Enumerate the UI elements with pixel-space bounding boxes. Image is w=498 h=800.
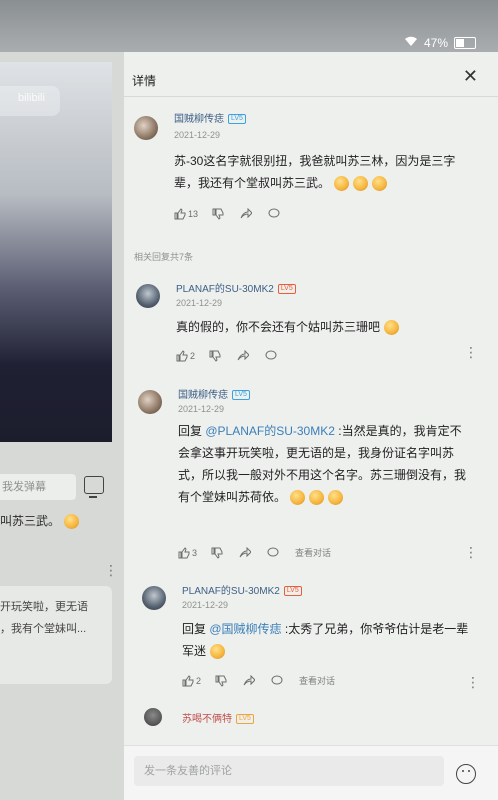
comment-date: 2021-12-29 [182, 600, 229, 610]
comment-actions: 13 [174, 208, 296, 220]
comment-body: 苏-30这名字就很别扭，我爸就叫苏三林，因为是三字辈，我还有个堂叔叫苏三武。 [174, 154, 456, 190]
comment-text: 回复 @国贼柳传痣 :太秀了兄弟，你爷爷估计是老一辈军迷 [182, 618, 472, 662]
username[interactable]: PLANAF的SU-30MK2 LV5 [176, 280, 296, 295]
video-pane: bilibili 我发弹幕 叫苏三武。 ⋮ 开玩笑啦，更无语 ，我有个堂妹叫..… [0, 52, 124, 800]
left-snippet-text: 叫苏三武。 [0, 514, 61, 528]
danmu-settings-icon[interactable] [84, 476, 104, 498]
like-count: 2 [190, 351, 196, 361]
dislike-icon[interactable] [212, 208, 226, 220]
reply-prefix: 回复 [182, 622, 210, 636]
left-reply-card[interactable]: 开玩笑啦，更无语 ，我有个堂妹叫... [0, 586, 112, 684]
like-count: 3 [192, 547, 198, 558]
reply-input[interactable]: 发一条友善的评论 [134, 756, 444, 786]
share-icon[interactable] [240, 208, 254, 220]
left-snippet-line: 开玩笑啦，更无语 [0, 601, 88, 613]
share-icon[interactable] [243, 674, 257, 687]
emoji-icon [210, 644, 226, 660]
battery-percent: 47% [423, 36, 448, 50]
emoji-icon [372, 176, 388, 192]
username-text: PLANAF的SU-30MK2 [182, 586, 280, 597]
wifi-icon [404, 36, 418, 50]
emoji-icon [290, 490, 306, 506]
more-icon[interactable]: ⋮ [464, 344, 478, 361]
reply-icon[interactable] [267, 547, 281, 559]
emoji-icon [334, 176, 350, 192]
level-badge: LV5 [228, 114, 246, 125]
mention-link[interactable]: @PLANAF的SU-30MK2 [205, 424, 335, 438]
username-text: 国贼柳传痣 [178, 390, 228, 401]
comment-date: 2021-12-29 [174, 130, 221, 140]
avatar[interactable] [142, 586, 166, 610]
avatar[interactable] [144, 708, 162, 726]
dislike-icon[interactable] [211, 547, 225, 559]
username-text: 国贼柳传痣 [174, 114, 224, 125]
avatar[interactable] [134, 116, 158, 140]
level-badge: LV5 [277, 284, 296, 295]
username[interactable]: 国贼柳传痣 LV5 [174, 110, 246, 125]
battery-icon [454, 37, 476, 49]
more-icon[interactable]: ⋮ [466, 674, 480, 691]
reply-icon[interactable] [268, 208, 282, 220]
view-conversation-link[interactable]: 查看对话 [299, 674, 335, 687]
status-bar: 47% [0, 0, 498, 52]
comment-text: 真的假的，你不会还有个姑叫苏三珊吧 [176, 316, 476, 338]
username-text: 苏喝不俩特 [182, 714, 232, 725]
like-button[interactable]: 13 [174, 208, 198, 220]
username-text: PLANAF的SU-30MK2 [176, 284, 274, 295]
emoji-icon [64, 514, 80, 530]
comment-text: 苏-30这名字就很别扭，我爸就叫苏三林，因为是三字辈，我还有个堂叔叫苏三武。 [174, 150, 474, 194]
emoji-picker-icon[interactable] [456, 764, 476, 784]
reply-icon[interactable] [265, 350, 279, 362]
share-icon[interactable] [237, 350, 251, 362]
comment-date: 2021-12-29 [176, 298, 223, 308]
danmu-input[interactable]: 我发弹幕 [0, 474, 76, 500]
comment-text: 回复 @PLANAF的SU-30MK2 :当然是真的，我肯定不会拿这事开玩笑啦，… [178, 420, 470, 508]
username[interactable]: 苏喝不俩特 LV5 [182, 710, 254, 725]
like-count: 2 [196, 675, 202, 686]
panel-title: 详情 [132, 74, 157, 88]
comment-actions: 2 查看对话 [182, 674, 482, 687]
like-button[interactable]: 3 [178, 546, 198, 559]
dislike-icon[interactable] [215, 675, 229, 687]
video-player[interactable]: bilibili [0, 62, 112, 442]
left-snippet-line: ，我有个堂妹叫... [0, 623, 87, 635]
level-badge: LV5 [232, 390, 250, 401]
view-conversation-link[interactable]: 查看对话 [295, 546, 331, 559]
left-comment-snippet: 叫苏三武。 [0, 512, 80, 530]
comment-detail-panel: 详情 ✕ 国贼柳传痣 LV5 2021-12-29 苏-30这名字就很别扭，我爸就… [124, 52, 498, 800]
emoji-icon [328, 490, 344, 506]
status-right: 47% [404, 36, 476, 50]
reply-bar: 发一条友善的评论 [124, 745, 498, 800]
comment-actions: 2 [176, 350, 476, 362]
bilibili-watermark: bilibili [18, 92, 45, 104]
share-icon[interactable] [239, 546, 253, 559]
level-badge: LV5 [236, 714, 254, 725]
emoji-icon [384, 320, 400, 336]
avatar[interactable] [136, 284, 160, 308]
comment-date: 2021-12-29 [178, 404, 225, 414]
dislike-icon[interactable] [209, 350, 223, 362]
mention-link[interactable]: @国贼柳传痣 [209, 622, 281, 636]
related-reply-count: 相关回复共7条 [134, 252, 194, 262]
emoji-icon [353, 176, 369, 192]
panel-header: 详情 ✕ [124, 52, 498, 97]
like-button[interactable]: 2 [176, 350, 195, 362]
emoji-icon [309, 490, 325, 506]
comment-actions: 3 查看对话 [178, 546, 478, 559]
close-icon[interactable]: ✕ [463, 66, 478, 87]
more-icon[interactable]: ⋮ [464, 544, 478, 561]
more-icon[interactable]: ⋮ [104, 562, 118, 579]
comment-body: 真的假的，你不会还有个姑叫苏三珊吧 [176, 320, 381, 334]
like-button[interactable]: 2 [182, 674, 202, 687]
level-badge: LV5 [283, 586, 302, 597]
like-count: 13 [188, 209, 199, 219]
reply-icon[interactable] [271, 675, 285, 687]
reply-prefix: 回复 [178, 424, 206, 438]
username[interactable]: 国贼柳传痣 LV5 [178, 386, 250, 401]
username[interactable]: PLANAF的SU-30MK2 LV5 [182, 582, 302, 597]
avatar[interactable] [138, 390, 162, 414]
